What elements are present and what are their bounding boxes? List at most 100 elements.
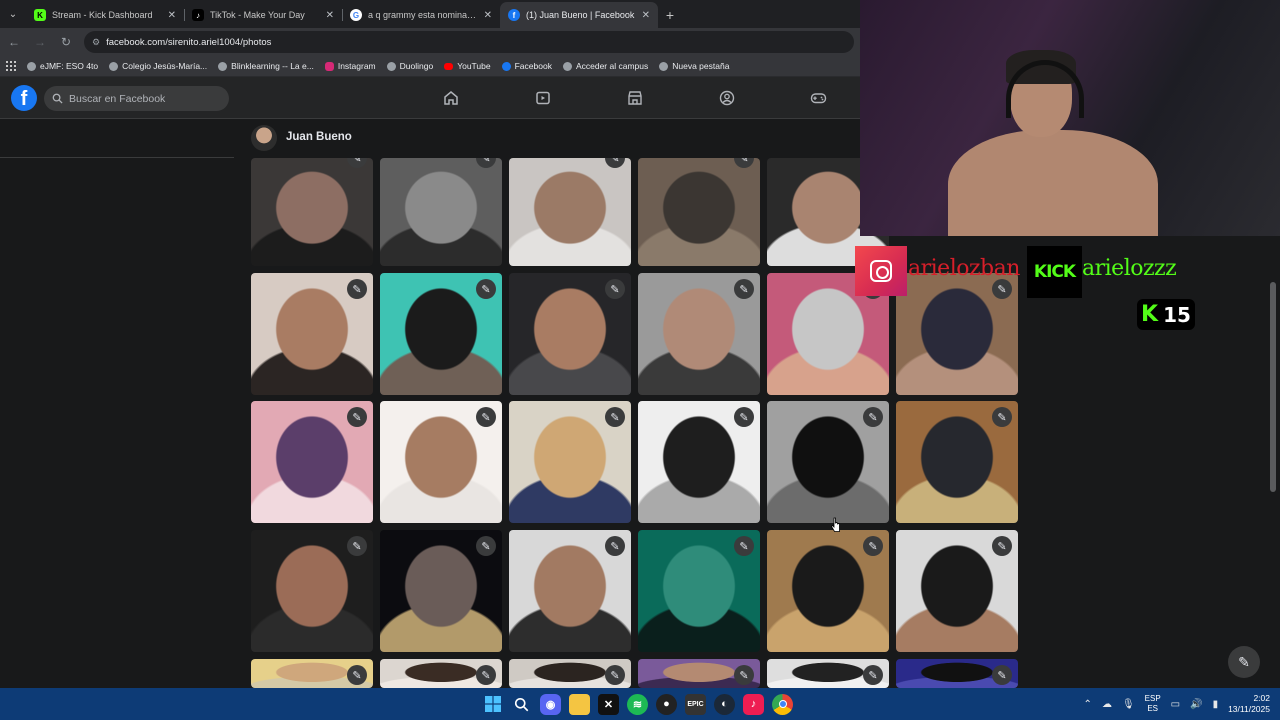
bookmark-campus[interactable]: Acceder al campus	[562, 61, 648, 71]
clock[interactable]: 2:02 13/11/2025	[1228, 693, 1270, 715]
network-icon[interactable]: ▭	[1171, 699, 1180, 710]
site-info-icon[interactable]: ⚙	[92, 37, 100, 48]
photo-thumbnail[interactable]: ✎	[767, 401, 889, 523]
forward-arrow-icon[interactable]: →	[28, 30, 52, 54]
edit-pencil-icon[interactable]: ✎	[476, 536, 496, 556]
windows-start-icon[interactable]	[482, 694, 503, 715]
photo-thumbnail[interactable]: ✎	[896, 659, 1018, 688]
bookmark-colegio[interactable]: Colegio Jesús-María...	[109, 61, 207, 71]
edit-pencil-icon[interactable]: ✎	[476, 665, 496, 685]
edit-pencil-icon[interactable]: ✎	[734, 407, 754, 427]
edit-pencil-icon[interactable]: ✎	[734, 536, 754, 556]
obs-icon[interactable]: ●	[656, 693, 677, 715]
close-icon[interactable]: ✕	[168, 10, 176, 21]
apps-grid-icon[interactable]	[6, 61, 16, 71]
close-icon[interactable]: ✕	[484, 10, 492, 21]
address-bar[interactable]: ⚙ facebook.com/sirenito.ariel1004/photos	[84, 31, 854, 53]
edit-pencil-icon[interactable]: ✎	[347, 279, 367, 299]
profile-name[interactable]: Juan Bueno	[286, 131, 352, 143]
edit-pencil-icon[interactable]: ✎	[347, 665, 367, 685]
facebook-logo-icon[interactable]: f	[11, 85, 37, 111]
edit-pencil-icon[interactable]: ✎	[347, 158, 367, 168]
edit-pencil-icon[interactable]: ✎	[347, 536, 367, 556]
avatar[interactable]	[251, 125, 277, 151]
epic-games-icon[interactable]: EPIC	[685, 693, 706, 715]
capcut-icon[interactable]: ✕	[598, 693, 619, 715]
photo-thumbnail[interactable]: ✎	[251, 158, 373, 266]
photo-thumbnail[interactable]: ✎	[638, 530, 760, 652]
photo-thumbnail[interactable]: ✎	[251, 659, 373, 688]
photo-thumbnail[interactable]: ✎	[509, 273, 631, 395]
tab-search-chevron-icon[interactable]: ⌄	[0, 0, 26, 28]
photo-thumbnail[interactable]: ✎	[767, 659, 889, 688]
photo-thumbnail[interactable]: ✎	[380, 273, 502, 395]
photo-thumbnail[interactable]: ✎	[380, 659, 502, 688]
bookmark-blinklearning[interactable]: Blinklearning -- La e...	[218, 61, 314, 71]
edit-pencil-icon[interactable]: ✎	[476, 279, 496, 299]
nav-groups[interactable]	[702, 77, 752, 119]
photo-thumbnail[interactable]: ✎	[380, 158, 502, 266]
close-icon[interactable]: ✕	[642, 10, 650, 21]
nav-video[interactable]	[518, 77, 568, 119]
edit-pencil-icon[interactable]: ✎	[734, 665, 754, 685]
chrome-icon[interactable]	[772, 693, 793, 715]
edit-pencil-icon[interactable]: ✎	[992, 407, 1012, 427]
photo-thumbnail[interactable]: ✎	[509, 659, 631, 688]
new-tab-plus-icon[interactable]: +	[658, 2, 682, 28]
volume-icon[interactable]: 🔊	[1190, 699, 1202, 710]
photo-thumbnail[interactable]: ✎	[251, 273, 373, 395]
edit-pencil-icon[interactable]: ✎	[605, 407, 625, 427]
back-arrow-icon[interactable]: ←	[2, 30, 26, 54]
edit-pencil-icon[interactable]: ✎	[992, 665, 1012, 685]
search-icon[interactable]	[511, 694, 532, 715]
tab-tiktok[interactable]: ♪ TikTok - Make Your Day ✕	[184, 2, 342, 28]
photo-thumbnail[interactable]: ✎	[509, 158, 631, 266]
nav-marketplace[interactable]	[610, 77, 660, 119]
bookmark-facebook[interactable]: Facebook	[501, 61, 552, 71]
bookmark-new-tab[interactable]: Nueva pestaña	[659, 61, 729, 71]
microphone-icon[interactable]: 🎙	[1122, 699, 1135, 710]
bookmark-duolingo[interactable]: Duolingo	[386, 61, 433, 71]
edit-pencil-icon[interactable]: ✎	[605, 279, 625, 299]
edit-pencil-icon[interactable]: ✎	[347, 407, 367, 427]
photo-thumbnail[interactable]: ✎	[251, 401, 373, 523]
file-explorer-icon[interactable]	[569, 693, 590, 715]
edit-pencil-icon[interactable]: ✎	[734, 158, 754, 168]
tab-google-search[interactable]: G a q grammy esta nominado weekend ✕	[342, 2, 500, 28]
tab-kick-dashboard[interactable]: K Stream - Kick Dashboard ✕	[26, 2, 184, 28]
scrollbar[interactable]	[1270, 282, 1276, 492]
spotify-icon[interactable]: ≋	[627, 693, 648, 715]
photo-thumbnail[interactable]: ✎	[767, 530, 889, 652]
photo-thumbnail[interactable]: ✎	[251, 530, 373, 652]
tab-facebook[interactable]: f (1) Juan Bueno | Facebook ✕	[500, 2, 658, 28]
edit-pencil-icon[interactable]: ✎	[863, 665, 883, 685]
edit-pencil-icon[interactable]: ✎	[992, 279, 1012, 299]
edit-pencil-icon[interactable]: ✎	[605, 536, 625, 556]
edit-pencil-icon[interactable]: ✎	[734, 279, 754, 299]
nav-gaming[interactable]	[793, 77, 843, 119]
edit-pencil-icon[interactable]: ✎	[605, 665, 625, 685]
edit-pencil-icon[interactable]: ✎	[863, 407, 883, 427]
edit-pencil-icon[interactable]: ✎	[863, 536, 883, 556]
photo-thumbnail[interactable]: ✎	[896, 530, 1018, 652]
edit-pencil-icon[interactable]: ✎	[476, 407, 496, 427]
tiktok-icon[interactable]: ♪	[743, 693, 764, 715]
photo-thumbnail[interactable]: ✎	[638, 158, 760, 266]
discord-icon[interactable]: ◉	[540, 693, 561, 715]
facebook-search[interactable]	[44, 86, 229, 111]
facebook-search-input[interactable]	[69, 92, 219, 105]
photo-thumbnail[interactable]: ✎	[380, 401, 502, 523]
photo-thumbnail[interactable]: ✎	[638, 273, 760, 395]
bookmark-youtube[interactable]: YouTube	[444, 61, 491, 71]
photo-thumbnail[interactable]: ✎	[380, 530, 502, 652]
steam-icon[interactable]: ◐	[714, 693, 735, 715]
nav-home[interactable]	[426, 77, 476, 119]
reload-icon[interactable]: ↻	[54, 30, 78, 54]
cloud-sync-icon[interactable]: ☁	[1102, 699, 1112, 710]
edit-pencil-icon[interactable]: ✎	[605, 158, 625, 168]
photo-thumbnail[interactable]: ✎	[638, 659, 760, 688]
bookmark-instagram[interactable]: Instagram	[324, 61, 376, 71]
close-icon[interactable]: ✕	[326, 10, 334, 21]
photo-thumbnail[interactable]: ✎	[896, 273, 1018, 395]
chevron-up-icon[interactable]: ⌃	[1084, 699, 1092, 710]
